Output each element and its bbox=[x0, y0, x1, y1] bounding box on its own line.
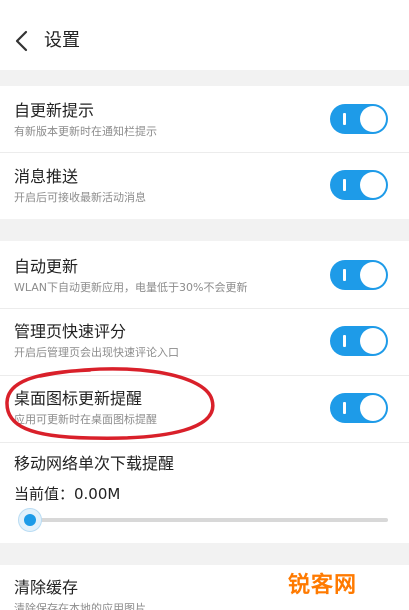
section-gap bbox=[0, 219, 409, 241]
section-gap bbox=[0, 543, 409, 565]
desktop-badge-toggle[interactable] bbox=[330, 393, 388, 423]
section-gap bbox=[0, 70, 409, 86]
current-value-label: 当前值：0.00M bbox=[14, 485, 121, 503]
push-toggle[interactable] bbox=[330, 170, 388, 200]
setting-title: 消息推送 bbox=[14, 167, 79, 186]
settings-screen: 设置 自更新提示 有新版本更新时在通知栏提示 消息推送 开启后可接收最新活动消息… bbox=[0, 0, 409, 610]
setting-subtitle: 应用可更新时在桌面图标提醒 bbox=[14, 413, 157, 426]
setting-row-update-prompt[interactable]: 自更新提示 有新版本更新时在通知栏提示 bbox=[0, 86, 409, 152]
setting-subtitle: WLAN下自动更新应用，电量低于30%不会更新 bbox=[14, 281, 248, 294]
setting-row-quick-rate[interactable]: 管理页快速评分 开启后管理页会出现快速评论入口 bbox=[0, 309, 409, 375]
setting-title: 自更新提示 bbox=[14, 101, 95, 120]
setting-title: 清除缓存 bbox=[14, 578, 79, 597]
setting-title: 自动更新 bbox=[14, 257, 79, 276]
setting-subtitle: 有新版本更新时在通知栏提示 bbox=[14, 125, 157, 138]
download-threshold-slider-thumb[interactable] bbox=[18, 508, 42, 532]
quick-rate-toggle[interactable] bbox=[330, 326, 388, 356]
setting-row-desktop-badge[interactable]: 桌面图标更新提醒 应用可更新时在桌面图标提醒 bbox=[0, 376, 409, 442]
back-button[interactable] bbox=[14, 30, 30, 52]
setting-row-auto-update[interactable]: 自动更新 WLAN下自动更新应用，电量低于30%不会更新 bbox=[0, 241, 409, 308]
auto-update-toggle[interactable] bbox=[330, 260, 388, 290]
setting-row-mobile-download: 移动网络单次下载提醒 当前值：0.00M bbox=[0, 443, 409, 543]
setting-subtitle: 清除保存在本地的应用图片 bbox=[14, 602, 146, 610]
setting-title: 管理页快速评分 bbox=[14, 322, 127, 341]
app-header: 设置 bbox=[0, 0, 409, 70]
setting-title: 移动网络单次下载提醒 bbox=[14, 454, 175, 473]
setting-subtitle: 开启后可接收最新活动消息 bbox=[14, 191, 146, 204]
update-prompt-toggle[interactable] bbox=[330, 104, 388, 134]
page-title: 设置 bbox=[44, 30, 80, 51]
chevron-left-icon bbox=[15, 30, 28, 52]
setting-subtitle: 开启后管理页会出现快速评论入口 bbox=[14, 346, 179, 359]
watermark-logo: 锐客网 bbox=[288, 573, 358, 598]
download-threshold-slider-track[interactable] bbox=[24, 518, 388, 522]
setting-row-push[interactable]: 消息推送 开启后可接收最新活动消息 bbox=[0, 153, 409, 219]
setting-title: 桌面图标更新提醒 bbox=[14, 389, 143, 408]
